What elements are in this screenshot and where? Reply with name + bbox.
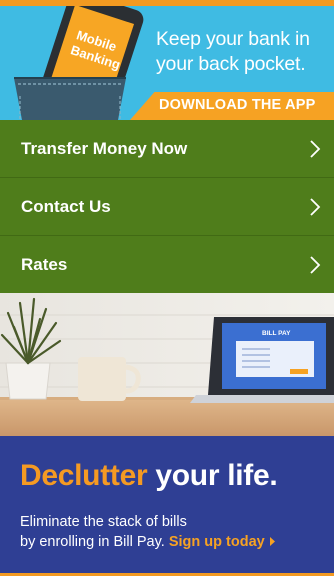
banner-headline: Keep your bank in your back pocket. xyxy=(156,27,332,77)
desk-scene-illustration: BILL PAY xyxy=(0,293,334,436)
promo-body: Eliminate the stack of bills by enrollin… xyxy=(20,512,330,552)
bill-pay-promo: Declutter your life. Eliminate the stack… xyxy=(0,436,334,576)
promo-body-line-2: by enrolling in Bill Pay. Sign up today xyxy=(20,532,330,552)
chevron-right-icon xyxy=(310,139,321,158)
promo-title-rest: your life. xyxy=(147,459,278,492)
nav-item-transfer-money[interactable]: Transfer Money Now xyxy=(0,120,334,178)
chevron-right-icon xyxy=(310,197,321,216)
sign-up-link[interactable]: Sign up today xyxy=(169,534,276,550)
nav-item-rates[interactable]: Rates xyxy=(0,236,334,294)
app-download-banner[interactable]: Mobile Banking Keep your bank in your ba… xyxy=(0,6,334,120)
nav-item-contact-us[interactable]: Contact Us xyxy=(0,178,334,236)
nav-item-label: Rates xyxy=(21,255,68,274)
quick-links-nav: Transfer Money Now Contact Us Rates xyxy=(0,120,334,293)
chevron-right-icon xyxy=(310,256,321,274)
download-app-label[interactable]: DOWNLOAD THE APP xyxy=(159,97,316,113)
banner-headline-line-1: Keep your bank in xyxy=(156,28,310,50)
promo-body-line-1: Eliminate the stack of bills xyxy=(20,514,187,530)
laptop-screen-title: BILL PAY xyxy=(262,330,291,337)
nav-item-label: Contact Us xyxy=(21,196,111,216)
bill-pay-desk-photo: BILL PAY xyxy=(0,293,334,436)
sign-up-link-label: Sign up today xyxy=(168,534,265,550)
promo-title: Declutter your life. xyxy=(20,459,278,493)
phone-in-pocket-illustration: Mobile Banking xyxy=(14,6,144,120)
banner-headline-line-2: your back pocket. xyxy=(156,53,306,75)
promo-title-accent: Declutter xyxy=(20,459,148,492)
nav-item-label: Transfer Money Now xyxy=(21,138,188,158)
promo-body-line-2-text: by enrolling in Bill Pay. xyxy=(20,534,165,550)
caret-right-icon xyxy=(269,537,275,546)
